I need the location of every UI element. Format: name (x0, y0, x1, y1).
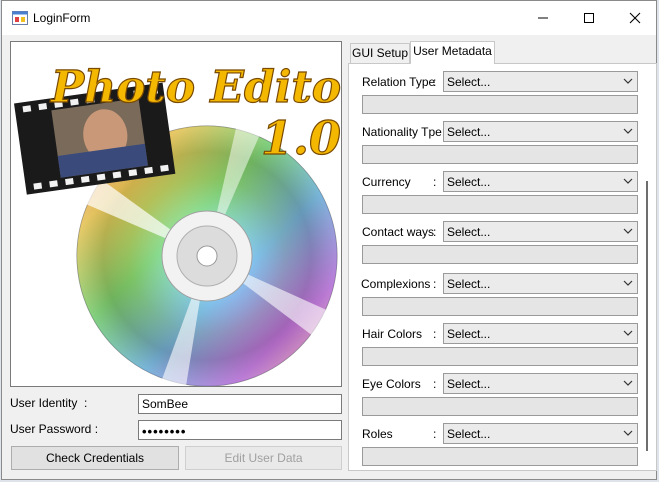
tab-user-metadata[interactable]: User Metadata (410, 41, 495, 64)
login-window: LoginForm Photo Editor 1.0 User Identity… (1, 0, 657, 480)
settings-tab-control: GUI Setup User Metadata Relation Type : … (348, 41, 658, 473)
chevron-down-icon (623, 128, 633, 134)
contact-ways-field[interactable] (362, 245, 638, 264)
currency-value: Select... (447, 175, 491, 189)
user-identity-colon: : (84, 396, 88, 410)
currency-field[interactable] (362, 195, 638, 214)
metadata-scrollbar[interactable] (646, 181, 648, 451)
roles-combo[interactable]: Select... (443, 423, 638, 444)
hair-colors-label: Hair Colors (362, 327, 423, 341)
chevron-down-icon (623, 178, 633, 184)
title-bar[interactable]: LoginForm (2, 1, 656, 35)
password-mask: •••••••• (142, 424, 187, 439)
window-title: LoginForm (33, 11, 91, 25)
contact-ways-label: Contact ways (362, 225, 435, 239)
close-button[interactable] (612, 1, 658, 35)
relation-type-value: Select... (447, 75, 491, 89)
currency-colon: : (433, 175, 437, 189)
contact-ways-value: Select... (447, 225, 491, 239)
hair-colors-field[interactable] (362, 347, 638, 366)
logo-title-text: Photo Editor (49, 62, 341, 113)
complexions-combo[interactable]: Select... (443, 273, 638, 294)
relation-type-field[interactable] (362, 95, 638, 114)
hair-colors-value: Select... (447, 327, 491, 341)
app-form-icon (12, 11, 28, 25)
roles-value: Select... (447, 427, 491, 441)
user-identity-input[interactable] (138, 394, 342, 414)
hair-colors-colon: : (433, 327, 437, 341)
complexions-value: Select... (447, 277, 491, 291)
currency-label: Currency (362, 175, 411, 189)
roles-label: Roles (362, 427, 393, 441)
contact-ways-combo[interactable]: Select... (443, 221, 638, 242)
chevron-down-icon (623, 430, 633, 436)
eye-colors-label: Eye Colors (362, 377, 421, 391)
minimize-button[interactable] (520, 1, 566, 35)
roles-colon: : (433, 427, 437, 441)
currency-combo[interactable]: Select... (443, 171, 638, 192)
user-metadata-page: Relation Type : Select... Nationality Tp… (348, 63, 657, 471)
nationality-type-combo[interactable]: Select... (443, 121, 638, 142)
chevron-down-icon (623, 78, 633, 84)
contact-ways-colon: : (433, 225, 437, 239)
maximize-icon (584, 13, 594, 23)
chevron-down-icon (623, 330, 633, 336)
nationality-type-value: Select... (447, 125, 491, 139)
relation-type-colon: : (433, 75, 437, 89)
minimize-icon (538, 17, 548, 19)
hair-colors-combo[interactable]: Select... (443, 323, 638, 344)
eye-colors-colon: : (433, 377, 437, 391)
relation-type-label: Relation Type (362, 75, 436, 89)
tab-gui-setup[interactable]: GUI Setup (350, 43, 410, 63)
complexions-colon: : (433, 277, 437, 291)
photo-editor-logo-image: Photo Editor 1.0 (14, 61, 341, 386)
complexions-label: Complexions (361, 277, 431, 291)
logo-version-text: 1.0 (261, 111, 341, 165)
close-icon (629, 12, 641, 24)
chevron-down-icon (623, 280, 633, 286)
check-credentials-button[interactable]: Check Credentials (11, 446, 179, 470)
user-identity-label: User Identity (10, 396, 78, 410)
eye-colors-combo[interactable]: Select... (443, 373, 638, 394)
complexions-field[interactable] (362, 297, 638, 316)
user-password-label: User Password : (10, 422, 99, 436)
eye-colors-field[interactable] (362, 397, 638, 416)
chevron-down-icon (623, 228, 633, 234)
roles-field[interactable] (362, 447, 638, 466)
user-password-input[interactable]: •••••••• (138, 420, 342, 440)
relation-type-combo[interactable]: Select... (443, 71, 638, 92)
maximize-button[interactable] (566, 1, 612, 35)
chevron-down-icon (623, 380, 633, 386)
logo-picture-box: Photo Editor 1.0 (10, 41, 342, 387)
eye-colors-value: Select... (447, 377, 491, 391)
edit-user-data-button[interactable]: Edit User Data (185, 446, 342, 470)
nationality-type-label: Nationality Tpe: (362, 125, 446, 139)
nationality-type-field[interactable] (362, 145, 638, 164)
